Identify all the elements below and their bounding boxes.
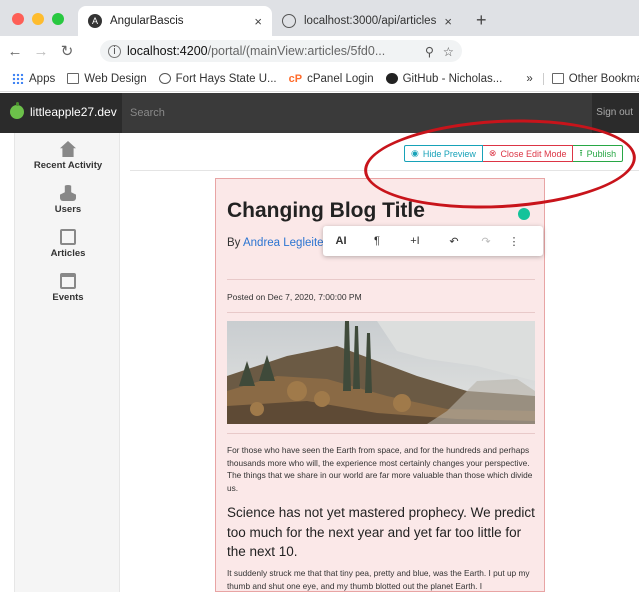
paragraph-button[interactable]: ¶ <box>359 235 395 247</box>
sidebar-item-recent-activity[interactable]: Recent Activity <box>15 135 121 177</box>
redo-button[interactable]: ↷ <box>473 235 499 248</box>
cpanel-icon: cP <box>288 73 303 85</box>
url-host: localhost:4200 <box>127 44 208 58</box>
tab-label: localhost:3000/api/articles <box>304 15 437 27</box>
article-icon <box>60 229 76 245</box>
sidebar: Recent Activity Users Articles Events <box>14 133 120 592</box>
tab-close-icon[interactable]: × <box>444 14 452 29</box>
zoom-icon[interactable]: ⚲ <box>425 44 434 59</box>
grammarly-icon[interactable] <box>518 208 530 220</box>
divider <box>227 312 535 313</box>
back-arrow-icon[interactable]: ← <box>4 43 26 60</box>
bookmark-cpanel[interactable]: cP cPanel Login <box>288 73 374 86</box>
upload-icon: ⭱ <box>579 147 583 158</box>
home-icon <box>60 141 76 157</box>
folder-icon <box>67 73 80 84</box>
info-icon[interactable]: i <box>108 44 121 58</box>
address-bar[interactable]: i localhost:4200/portal/(mainView:articl… <box>100 40 462 62</box>
search-input[interactable] <box>122 93 592 133</box>
sidebar-item-label: Users <box>54 204 82 215</box>
tab-angularbascis[interactable]: A AngularBascis × <box>78 6 272 36</box>
bookmarks-bar: Apps Web Design Fort Hays State U... cP c… <box>0 66 639 92</box>
more-options-button[interactable]: ⋮ <box>499 235 529 248</box>
header-divider <box>130 170 639 171</box>
sidebar-item-users[interactable]: Users <box>15 179 121 221</box>
sidebar-item-label: Events <box>52 292 84 303</box>
undo-button[interactable]: ↶ <box>435 235 473 248</box>
insert-block-button[interactable]: +I <box>395 235 435 247</box>
forward-arrow-icon[interactable]: → <box>30 43 52 60</box>
globe-icon <box>282 14 296 28</box>
inline-editor-toolbar: AI ¶ +I ↶ ↷ ⋮ <box>323 226 543 256</box>
sidebar-item-label: Recent Activity <box>33 160 103 171</box>
article-quote[interactable]: Science has not yet mastered prophecy. W… <box>227 503 537 562</box>
article-title[interactable]: Changing Blog Title <box>227 199 425 223</box>
article-paragraph[interactable]: It suddenly struck me that that tiny pea… <box>227 567 535 591</box>
close-circle-icon: ⊗ <box>488 148 497 158</box>
sidebar-item-label: Articles <box>50 248 86 259</box>
window-close-button[interactable] <box>12 13 24 25</box>
github-icon <box>385 73 398 84</box>
edit-button-group: ◉ Hide Preview ⊗ Close Edit Mode ⭱ Publi… <box>404 145 624 162</box>
other-bookmarks[interactable]: Other Bookmarks <box>542 72 639 85</box>
publish-button[interactable]: ⭱ Publish <box>573 145 624 162</box>
apps-grid-icon <box>12 73 24 84</box>
divider <box>227 433 535 434</box>
bookmark-star-icon[interactable]: ☆ <box>443 44 454 59</box>
bookmark-web-design[interactable]: Web Design <box>67 73 147 85</box>
new-tab-button[interactable]: + <box>476 10 487 31</box>
author-link[interactable]: Andrea Legleiter <box>243 237 327 249</box>
sidebar-item-events[interactable]: Events <box>15 267 121 309</box>
bookmark-github[interactable]: GitHub - Nicholas... <box>385 73 502 85</box>
close-edit-mode-button[interactable]: ⊗ Close Edit Mode <box>482 145 574 162</box>
window-zoom-button[interactable] <box>52 13 64 25</box>
browser-tab-bar: A AngularBascis × localhost:3000/api/art… <box>0 0 639 36</box>
browser-toolbar: ← → ↻ i localhost:4200/portal/(mainView:… <box>0 36 639 92</box>
angular-icon: A <box>88 14 102 28</box>
bookmarks-overflow-button[interactable]: » <box>526 73 532 85</box>
calendar-icon <box>60 273 76 289</box>
sign-out-link[interactable]: Sign out <box>596 107 633 118</box>
divider <box>227 279 535 280</box>
tab-api-articles[interactable]: localhost:3000/api/articles × <box>272 6 462 36</box>
apple-logo-icon <box>10 102 24 119</box>
article-paragraph[interactable]: For those who have seen the Earth from s… <box>227 444 535 494</box>
bookmark-fort-hays[interactable]: Fort Hays State U... <box>158 73 277 85</box>
brand[interactable]: littleapple27.dev <box>10 102 117 119</box>
eye-icon: ◉ <box>411 148 419 158</box>
article-hero-image <box>227 321 535 424</box>
app-header: littleapple27.dev Sign out <box>0 93 639 133</box>
sidebar-item-articles[interactable]: Articles <box>15 223 121 265</box>
bookmark-apps[interactable]: Apps <box>12 73 55 85</box>
user-icon <box>60 185 76 201</box>
posted-date: Posted on Dec 7, 2020, 7:00:00 PM <box>227 292 362 302</box>
tab-close-icon[interactable]: × <box>254 14 262 29</box>
brand-name: littleapple27.dev <box>30 105 117 119</box>
globe-icon <box>158 73 171 84</box>
window-minimize-button[interactable] <box>32 13 44 25</box>
text-format-button[interactable]: AI <box>323 235 359 247</box>
tab-label: AngularBascis <box>110 15 184 27</box>
hide-preview-button[interactable]: ◉ Hide Preview <box>404 145 483 162</box>
folder-icon <box>551 73 564 84</box>
app-search <box>122 93 592 133</box>
byline: By Andrea Legleiter <box>227 237 328 249</box>
url-path: /portal/(mainView:articles/5fd0... <box>207 44 386 58</box>
reload-icon[interactable]: ↻ <box>56 42 78 60</box>
